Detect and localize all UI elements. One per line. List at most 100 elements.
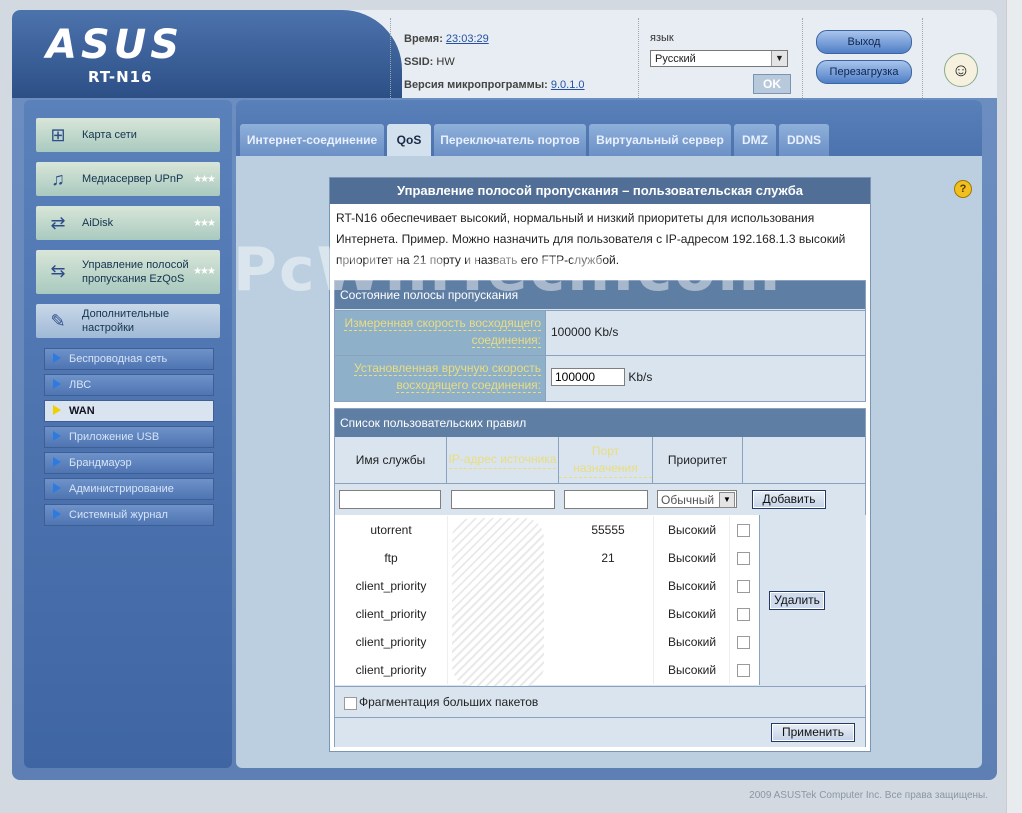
stars-icon: ★★★: [193, 266, 216, 277]
firmware-link[interactable]: 9.0.1.0: [551, 79, 585, 91]
row-checkbox[interactable]: [737, 580, 750, 593]
sidebar-item-label: Медиасервер UPnP: [82, 173, 184, 185]
new-rule-row: Обычный ▼ Добавить: [335, 483, 865, 514]
sidebar-item-syslog[interactable]: Системный журнал: [44, 504, 214, 526]
language-label: язык: [650, 32, 674, 44]
source-ip-input[interactable]: [451, 490, 555, 509]
dest-port-cell: [563, 600, 654, 628]
col-source-ip[interactable]: IP-адрес источника: [447, 437, 559, 483]
fragment-checkbox[interactable]: [344, 697, 357, 710]
sidebar-item-label: Брандмауэр: [69, 457, 132, 469]
logout-button[interactable]: Выход: [816, 30, 912, 54]
arrow-icon: [53, 379, 61, 389]
bandwidth-section: Состояние полосы пропускания Измеренная …: [334, 280, 866, 402]
measured-speed-value: 100000 Kb/s: [551, 325, 619, 339]
copyright: 2009 ASUSTek Computer Inc. Все права защ…: [749, 790, 988, 801]
arrow-icon: [53, 483, 61, 493]
tab-ddns[interactable]: DDNS: [779, 124, 829, 156]
sidebar-item-network-map[interactable]: ⊞ Карта сети: [36, 118, 220, 152]
help-icon[interactable]: ?: [954, 180, 972, 198]
tab-qos[interactable]: QoS: [387, 124, 431, 156]
dest-port-cell: 21: [563, 544, 654, 572]
rules-table-header: Имя службы IP-адрес источника Порт назна…: [335, 437, 865, 483]
sidebar-item-firewall[interactable]: Брандмауэр: [44, 452, 214, 474]
row-checkbox[interactable]: [737, 552, 750, 565]
firmware-label: Версия микропрограммы:: [404, 79, 548, 91]
ezqos-icon: ⇆: [50, 261, 66, 281]
tab-port-switch[interactable]: Переключатель портов: [434, 124, 586, 156]
divider: [638, 18, 640, 98]
sidebar-item-advanced[interactable]: ✎ Дополнительные настройки: [36, 304, 220, 338]
divider: [802, 18, 804, 98]
fragment-label: Фрагментация больших пакетов: [359, 695, 539, 709]
sidebar-item-ezqos[interactable]: ⇆ Управление полосой пропускания EzQoS ★…: [36, 250, 220, 294]
fragment-row: Фрагментация больших пакетов: [335, 686, 865, 717]
priority-cell: Высокий: [655, 572, 730, 600]
row-checkbox[interactable]: [737, 636, 750, 649]
col-dest-port[interactable]: Порт назначения: [559, 437, 653, 483]
stars-icon: ★★★: [193, 218, 216, 229]
arrow-icon: [53, 509, 61, 519]
reboot-button[interactable]: Перезагрузка: [816, 60, 912, 84]
sidebar-item-aidisk[interactable]: ⇄ AiDisk ★★★: [36, 206, 220, 240]
col-service-name: Имя службы: [335, 437, 447, 483]
col-dest-port-label: Порт назначения: [559, 443, 652, 478]
time-link[interactable]: 23:03:29: [446, 33, 489, 45]
chevron-down-icon: ▼: [719, 492, 735, 508]
measured-speed-label: Измеренная скорость восходящего соединен…: [335, 311, 546, 355]
dest-port-input[interactable]: [564, 490, 648, 509]
model-name: RT-N16: [88, 68, 153, 86]
tab-dmz[interactable]: DMZ: [734, 124, 776, 156]
panel-description: RT-N16 обеспечивает высокий, нормальный …: [336, 211, 846, 267]
priority-cell: Высокий: [655, 544, 730, 572]
sidebar-item-label: Беспроводная сеть: [69, 353, 168, 365]
arrow-icon: [53, 405, 61, 415]
table-row: ftp 21 Высокий: [335, 544, 759, 572]
priority-select[interactable]: Обычный ▼: [657, 490, 737, 508]
sidebar-item-label: WAN: [69, 405, 95, 417]
dest-port-cell: [563, 656, 654, 684]
rules-section: Список пользовательских правил Имя служб…: [334, 408, 866, 747]
row-checkbox[interactable]: [737, 664, 750, 677]
manual-speed-unit: Kb/s: [628, 370, 653, 384]
sidebar-item-admin[interactable]: Администрирование: [44, 478, 214, 500]
apply-button[interactable]: Применить: [771, 723, 855, 742]
row-checkbox[interactable]: [737, 524, 750, 537]
sidebar-item-wireless[interactable]: Беспроводная сеть: [44, 348, 214, 370]
table-row: client_priority Высокий: [335, 600, 759, 628]
row-checkbox[interactable]: [737, 608, 750, 621]
manual-speed-label: Установленная вручную скорость восходяще…: [335, 356, 546, 401]
sidebar-item-media-server[interactable]: ♫ Медиасервер UPnP ★★★: [36, 162, 220, 196]
ssid-label: SSID:: [404, 56, 434, 68]
delete-area: Удалить: [759, 515, 866, 685]
sidebar-item-label: AiDisk: [82, 217, 114, 229]
tab-internet[interactable]: Интернет-соединение: [240, 124, 384, 156]
dest-port-cell: [563, 628, 654, 656]
add-rule-button[interactable]: Добавить: [752, 490, 826, 509]
table-row: client_priority Высокий: [335, 628, 759, 656]
tab-bar: Интернет-соединение QoS Переключатель по…: [236, 100, 982, 156]
ssid-value: HW: [436, 56, 455, 68]
divider: [390, 18, 392, 98]
stars-icon: ★★★: [193, 174, 216, 185]
tab-virtual-server[interactable]: Виртуальный сервер: [589, 124, 731, 156]
sidebar-item-wan[interactable]: WAN: [44, 400, 214, 422]
language-value: Русский: [655, 53, 696, 65]
sidebar-item-label: Приложение USB: [69, 431, 160, 443]
language-ok-button[interactable]: OK: [753, 74, 791, 94]
arrow-icon: [53, 457, 61, 467]
sidebar-item-lan[interactable]: ЛВС: [44, 374, 214, 396]
asus-logo: ASUS: [46, 22, 184, 68]
language-select[interactable]: Русский ▼: [650, 50, 788, 67]
arrow-icon: [53, 353, 61, 363]
manual-speed-row: Установленная вручную скорость восходяще…: [335, 355, 865, 401]
sidebar-item-label: Дополнительные настройки: [82, 308, 170, 334]
sidebar-item-label: Системный журнал: [69, 509, 168, 521]
service-name-input[interactable]: [339, 490, 441, 509]
scrollbar[interactable]: [1006, 0, 1022, 813]
manual-speed-cell: Kb/s: [551, 368, 652, 386]
delete-button[interactable]: Удалить: [769, 591, 825, 610]
manual-speed-input[interactable]: [551, 368, 625, 386]
sidebar-item-usb[interactable]: Приложение USB: [44, 426, 214, 448]
dest-port-cell: [563, 572, 654, 600]
